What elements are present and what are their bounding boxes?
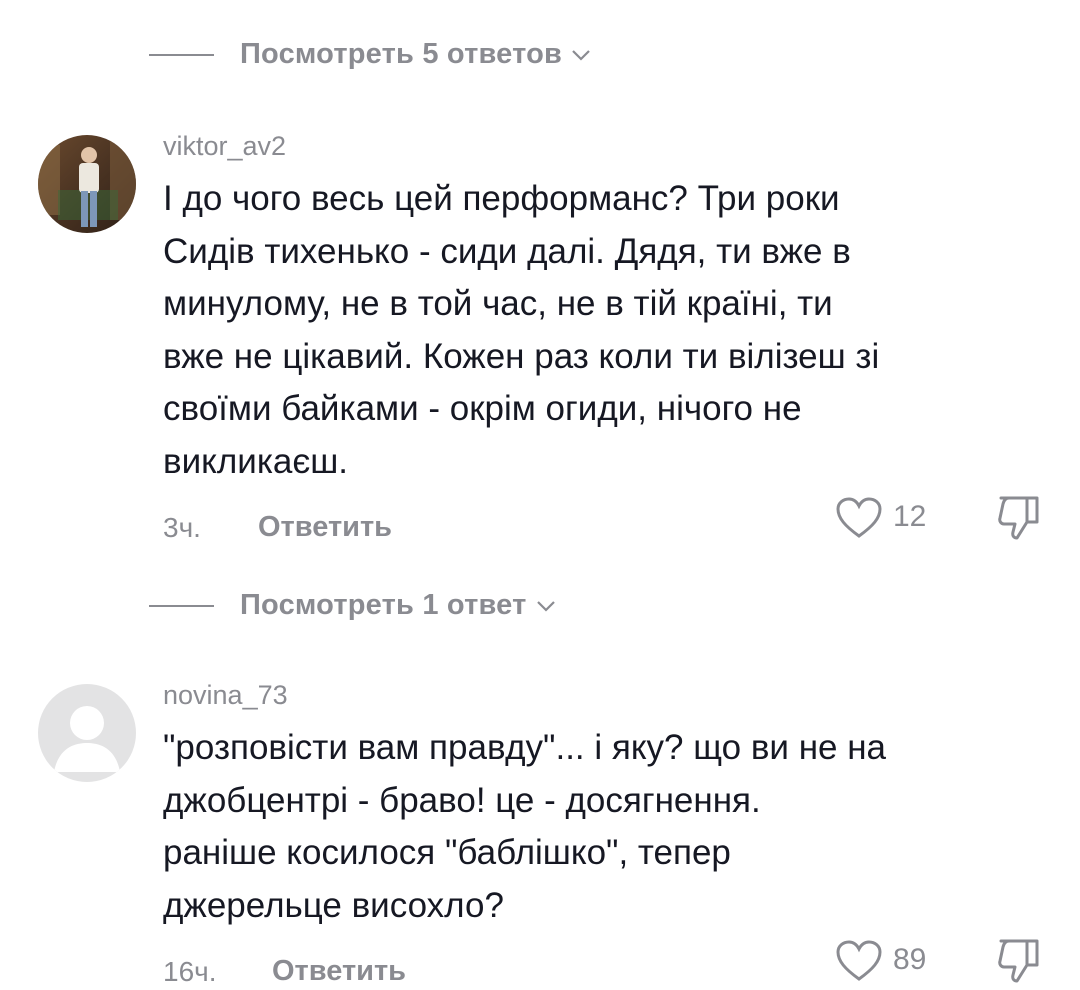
- like-count: 89: [893, 943, 927, 976]
- reply-button[interactable]: Ответить: [272, 955, 406, 988]
- view-replies-label: Посмотреть 1 ответ: [240, 589, 527, 621]
- like-count: 12: [893, 500, 927, 533]
- comment-time: 16ч.: [163, 956, 217, 987]
- dislike-icon: [998, 496, 1039, 540]
- dislike-button[interactable]: [995, 937, 1043, 985]
- comment-text: "розповісти вам правду"... і яку? що ви …: [163, 728, 887, 925]
- dislike-icon: [998, 939, 1039, 983]
- user-photo: [38, 135, 136, 233]
- like-button[interactable]: [835, 939, 883, 983]
- heart-icon: [836, 497, 882, 538]
- view-replies-button[interactable]: Посмотреть 1 ответ: [149, 589, 557, 622]
- dislike-button[interactable]: [995, 494, 1043, 542]
- comment-time: 3ч.: [163, 512, 201, 543]
- avatar[interactable]: [38, 684, 136, 782]
- chevron-down-icon: [572, 49, 590, 61]
- reply-button[interactable]: Ответить: [258, 511, 392, 544]
- like-button[interactable]: [835, 496, 883, 540]
- heart-icon: [836, 940, 882, 981]
- view-replies-button[interactable]: Посмотреть 5 ответов: [149, 38, 592, 71]
- view-replies-label: Посмотреть 5 ответов: [240, 38, 563, 70]
- divider-line: [149, 53, 214, 56]
- comment-username[interactable]: novina_73: [163, 680, 288, 711]
- default-avatar-icon: [38, 684, 136, 782]
- chevron-down-icon: [536, 600, 555, 612]
- comment-username[interactable]: viktor_av2: [163, 131, 286, 162]
- avatar[interactable]: [38, 135, 136, 233]
- divider-line: [149, 604, 214, 607]
- comment-text: І до чого весь цей перформанс? Три роки …: [163, 179, 880, 481]
